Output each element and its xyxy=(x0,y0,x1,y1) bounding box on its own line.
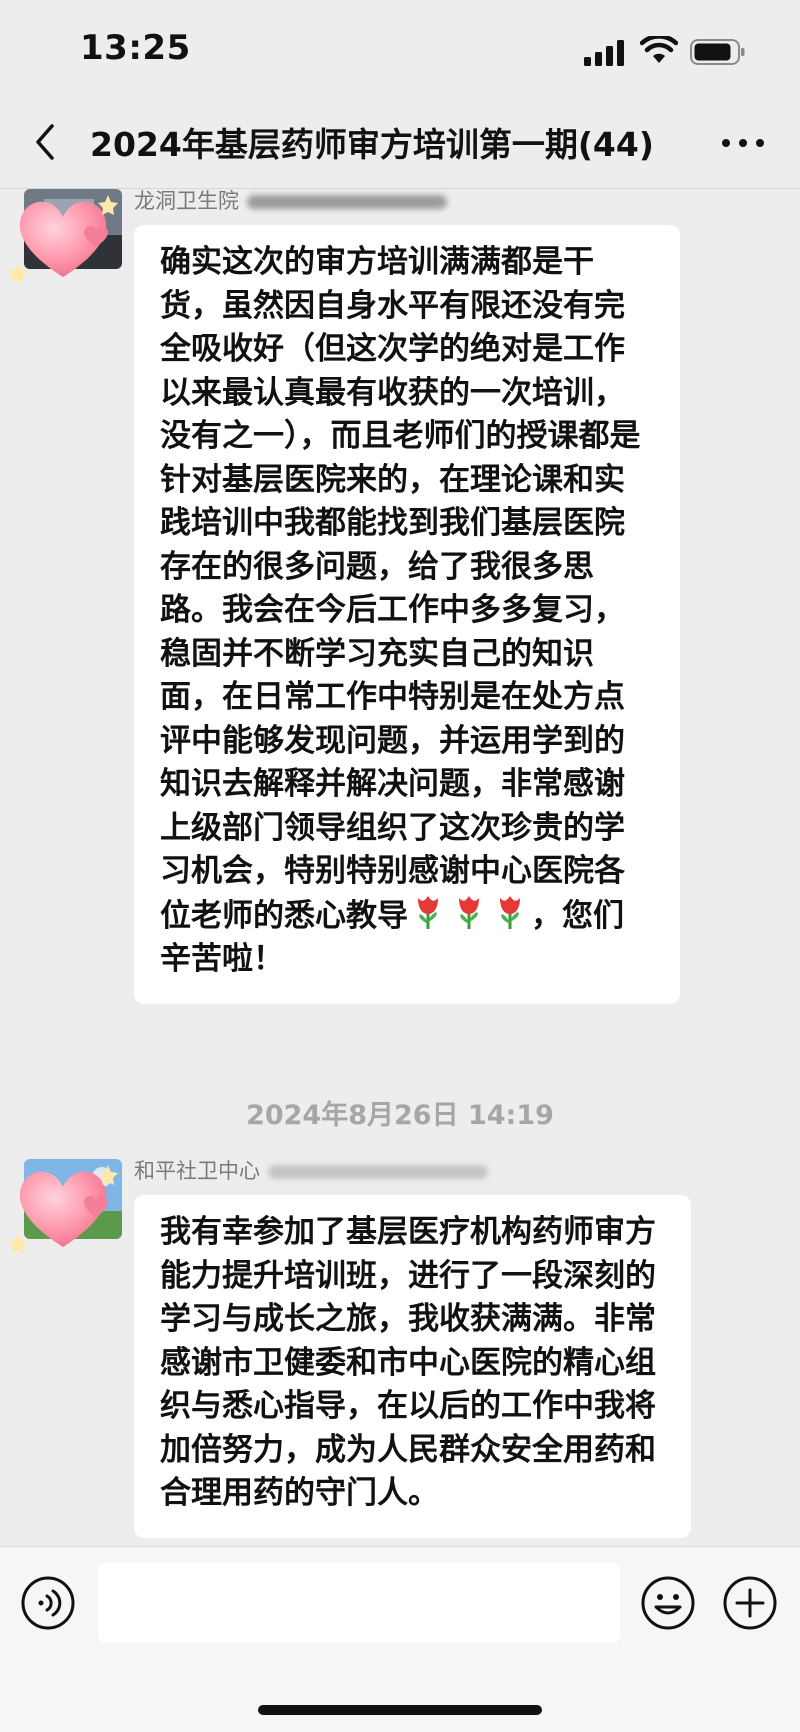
tulip-emoji xyxy=(500,895,520,929)
heart-sticker-icon xyxy=(8,195,118,283)
sender-name: 龙洞卫生院 xyxy=(134,189,447,215)
message-text: 我有幸参加了基层医疗机构药师审方能力提升培训班，进行了一段深刻的学习与成长之旅，… xyxy=(160,1214,656,1511)
sender-name: 和平社卫中心 xyxy=(134,1155,488,1185)
message-text: 确实这次的审方培训满满都是干货，虽然因自身水平有限还没有完全吸收好（但这次学的绝… xyxy=(160,244,641,934)
message-input[interactable] xyxy=(98,1563,620,1643)
message-bubble[interactable]: 我有幸参加了基层医疗机构药师审方能力提升培训班，进行了一段深刻的学习与成长之旅，… xyxy=(134,1195,691,1538)
more-dots-icon[interactable] xyxy=(718,128,768,158)
redacted-name xyxy=(268,1165,488,1179)
chat-title: 2024年基层药师审方培训第一期(44) xyxy=(90,125,654,164)
status-bar: 13:25 xyxy=(0,0,800,100)
redacted-name xyxy=(247,195,447,209)
input-bar xyxy=(0,1546,800,1732)
emoji-smile-icon[interactable] xyxy=(640,1575,696,1631)
sender-name-text: 和平社卫中心 xyxy=(134,1159,260,1183)
plus-icon[interactable] xyxy=(722,1575,778,1631)
tulip-emoji xyxy=(459,895,479,929)
tulip-emoji xyxy=(418,895,438,929)
chat-area[interactable]: 龙洞卫生院 确实这次的审方培训满满都是干货，虽然因自身水平有限还没有完全吸收好（… xyxy=(0,189,800,1546)
battery-icon xyxy=(690,39,745,65)
home-indicator[interactable] xyxy=(258,1705,542,1715)
signal-icon xyxy=(584,40,624,66)
heart-sticker-icon xyxy=(8,1165,118,1253)
wifi-icon xyxy=(640,36,678,63)
chat-header: 2024年基层药师审方培训第一期(44) xyxy=(0,100,800,189)
chat-timestamp: 2024年8月26日 14:19 xyxy=(246,1100,554,1131)
voice-icon[interactable] xyxy=(20,1575,76,1631)
chevron-left-icon[interactable] xyxy=(30,120,60,164)
avatar[interactable] xyxy=(8,189,124,295)
sender-name-text: 龙洞卫生院 xyxy=(134,189,239,213)
status-time: 13:25 xyxy=(80,28,191,68)
message-bubble[interactable]: 确实这次的审方培训满满都是干货，虽然因自身水平有限还没有完全吸收好（但这次学的绝… xyxy=(134,225,680,1004)
avatar[interactable] xyxy=(8,1155,124,1265)
